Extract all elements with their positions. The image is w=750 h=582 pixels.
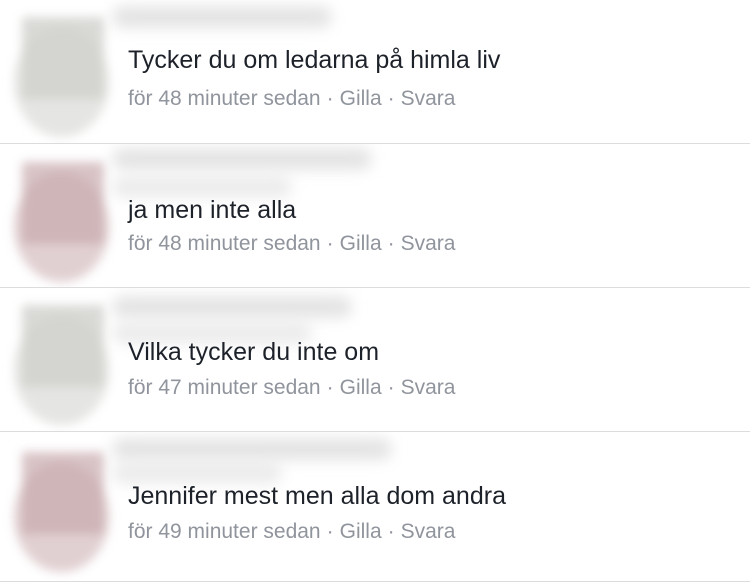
author-name-blurred[interactable] (112, 6, 332, 28)
author-name-blurred-line (112, 462, 282, 484)
separator-dot: · (326, 87, 334, 110)
reply-link[interactable]: Svara (401, 520, 456, 543)
comment-meta: för 48 minuter sedan · Gilla · Svara (128, 87, 455, 111)
separator-dot: · (326, 232, 334, 255)
comment-text: Jennifer mest men alla dom andra (128, 482, 506, 510)
timestamp[interactable]: för 49 minuter sedan (128, 520, 321, 543)
timestamp[interactable]: för 48 minuter sedan (128, 87, 321, 110)
author-name-blurred-line (112, 176, 292, 198)
comment-meta: för 47 minuter sedan · Gilla · Svara (128, 376, 455, 400)
avatar[interactable] (14, 162, 109, 282)
comment-item: ja men inte alla för 48 minuter sedan · Gi… (0, 144, 750, 288)
like-link[interactable]: Gilla (340, 520, 382, 543)
comment-item: Vilka tycker du inte om för 47 minuter s… (0, 288, 750, 432)
reply-link[interactable]: Svara (401, 376, 456, 399)
separator-dot: · (387, 232, 395, 255)
like-link[interactable]: Gilla (340, 87, 382, 110)
like-link[interactable]: Gilla (340, 376, 382, 399)
timestamp[interactable]: för 47 minuter sedan (128, 376, 321, 399)
avatar[interactable] (14, 17, 109, 137)
comment-item: Jennifer mest men alla dom andra för 49 … (0, 432, 750, 582)
separator-dot: · (387, 376, 395, 399)
comment-text: Vilka tycker du inte om (128, 338, 380, 366)
like-link[interactable]: Gilla (340, 232, 382, 255)
reply-link[interactable]: Svara (401, 232, 456, 255)
comment-text: ja men inte alla (128, 196, 297, 224)
comment-meta: för 49 minuter sedan · Gilla · Svara (128, 520, 455, 544)
separator-dot: · (387, 87, 395, 110)
comment-meta: för 48 minuter sedan · Gilla · Svara (128, 232, 455, 256)
comment-item: Tycker du om ledarna på himla liv för 48… (0, 0, 750, 144)
author-name-blurred[interactable] (112, 148, 372, 170)
separator-dot: · (326, 376, 334, 399)
timestamp[interactable]: för 48 minuter sedan (128, 232, 321, 255)
separator-dot: · (387, 520, 395, 543)
avatar[interactable] (14, 452, 109, 572)
avatar[interactable] (14, 305, 109, 425)
author-name-blurred[interactable] (112, 438, 392, 460)
separator-dot: · (326, 520, 334, 543)
reply-link[interactable]: Svara (401, 87, 456, 110)
author-name-blurred[interactable] (112, 296, 352, 318)
comment-text: Tycker du om ledarna på himla liv (128, 46, 501, 74)
